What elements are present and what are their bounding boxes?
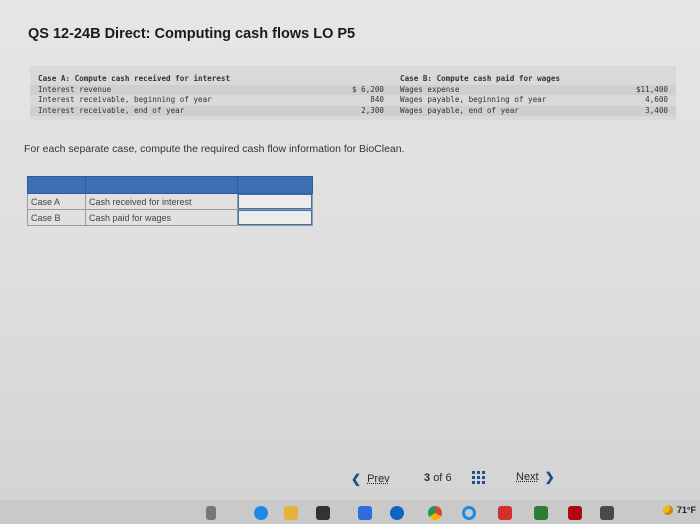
search-icon[interactable] xyxy=(390,506,404,520)
app-icon[interactable] xyxy=(206,506,216,520)
page-indicator: 3 of 6 xyxy=(424,472,452,484)
app-icon[interactable] xyxy=(254,506,268,520)
shield-icon[interactable] xyxy=(498,506,512,520)
prev-label: Prev xyxy=(367,473,390,485)
case-b-value: 3,400 xyxy=(645,105,668,115)
case-a-values: $ 6,200 840 2,300 xyxy=(342,85,384,117)
folder-icon[interactable] xyxy=(284,506,298,520)
case-description: Cash received for interest xyxy=(85,193,238,210)
grid-icon[interactable] xyxy=(472,471,485,484)
store-icon[interactable] xyxy=(316,506,330,520)
next-button[interactable]: Next ❯ xyxy=(516,470,555,484)
total-pages: 6 xyxy=(445,472,452,484)
prev-button[interactable]: ❮ Prev xyxy=(351,472,390,486)
netflix-icon[interactable] xyxy=(568,506,582,520)
answer-table-header xyxy=(27,176,313,194)
question-navigation: ❮ Prev 3 of 6 Next ❯ xyxy=(0,468,700,490)
case-a-label: Interest revenue xyxy=(38,84,112,94)
chrome-icon[interactable] xyxy=(428,506,442,520)
case-a-value: 2,300 xyxy=(361,105,384,115)
case-b-labels: Case B: Compute cash paid for wages Wage… xyxy=(400,74,560,116)
weather-widget[interactable]: 71°F xyxy=(662,505,696,515)
case-b-heading: Case B: Compute cash paid for wages xyxy=(400,74,561,83)
case-b-values: $11,400 4,600 3,400 xyxy=(628,85,668,117)
moon-icon xyxy=(662,505,673,515)
case-b-answer-input[interactable] xyxy=(238,210,312,225)
case-label: Case A xyxy=(27,193,86,210)
chevron-right-icon: ❯ xyxy=(544,470,555,484)
taskbar: 71°F xyxy=(0,500,700,524)
case-b-label: Wages payable, end of year xyxy=(400,105,519,115)
next-label: Next xyxy=(516,471,539,483)
instruction-text: For each separate case, compute the requ… xyxy=(24,143,405,155)
case-a-label: Interest receivable, end of year xyxy=(38,105,185,115)
calculator-icon[interactable] xyxy=(600,506,614,520)
case-label: Case B xyxy=(27,209,86,226)
case-a-answer-input[interactable] xyxy=(238,194,312,209)
cortana-icon[interactable] xyxy=(462,506,476,520)
page-title: QS 12-24B Direct: Computing cash flows L… xyxy=(28,26,356,42)
case-a-heading: Case A: Compute cash received for intere… xyxy=(38,74,231,83)
temperature: 71°F xyxy=(676,505,696,515)
app-icon[interactable] xyxy=(534,506,548,520)
answer-table: Case A Cash received for interest Case B… xyxy=(27,176,313,226)
case-description: Cash paid for wages xyxy=(85,209,238,226)
case-b-value: $11,400 xyxy=(635,84,668,94)
mail-icon[interactable] xyxy=(358,506,372,520)
page: QS 12-24B Direct: Computing cash flows L… xyxy=(0,0,700,500)
chevron-left-icon: ❮ xyxy=(351,472,362,486)
case-a-value: 840 xyxy=(370,95,384,105)
case-b-label: Wages expense xyxy=(400,84,460,94)
case-a-value: $ 6,200 xyxy=(351,84,384,94)
case-a-labels: Case A: Compute cash received for intere… xyxy=(38,74,230,116)
of-label: of xyxy=(433,472,443,484)
case-b-value: 4,600 xyxy=(645,95,668,105)
case-b-label: Wages payable, beginning of year xyxy=(400,95,547,105)
case-a-label: Interest receivable, beginning of year xyxy=(38,95,212,105)
table-row: Case A Cash received for interest xyxy=(27,193,313,210)
table-row: Case B Cash paid for wages xyxy=(27,209,313,226)
current-page: 3 xyxy=(424,472,431,484)
given-data-block: Case A: Compute cash received for intere… xyxy=(30,66,676,120)
